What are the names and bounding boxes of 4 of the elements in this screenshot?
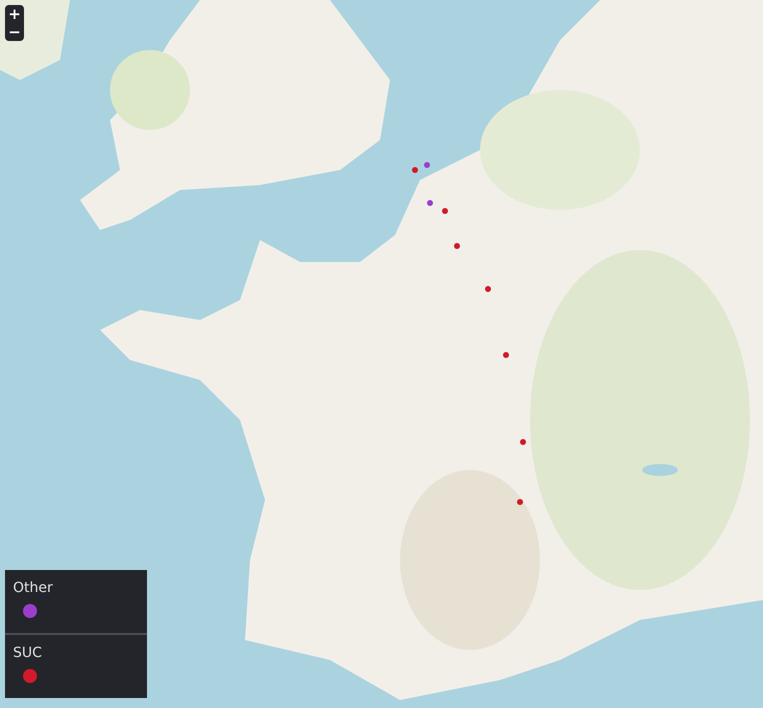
- legend-label: SUC: [13, 645, 43, 661]
- zoom-button[interactable]: +: [5, 5, 24, 23]
- zoom-button[interactable]: −: [5, 23, 24, 41]
- legend-label: Other: [13, 580, 54, 596]
